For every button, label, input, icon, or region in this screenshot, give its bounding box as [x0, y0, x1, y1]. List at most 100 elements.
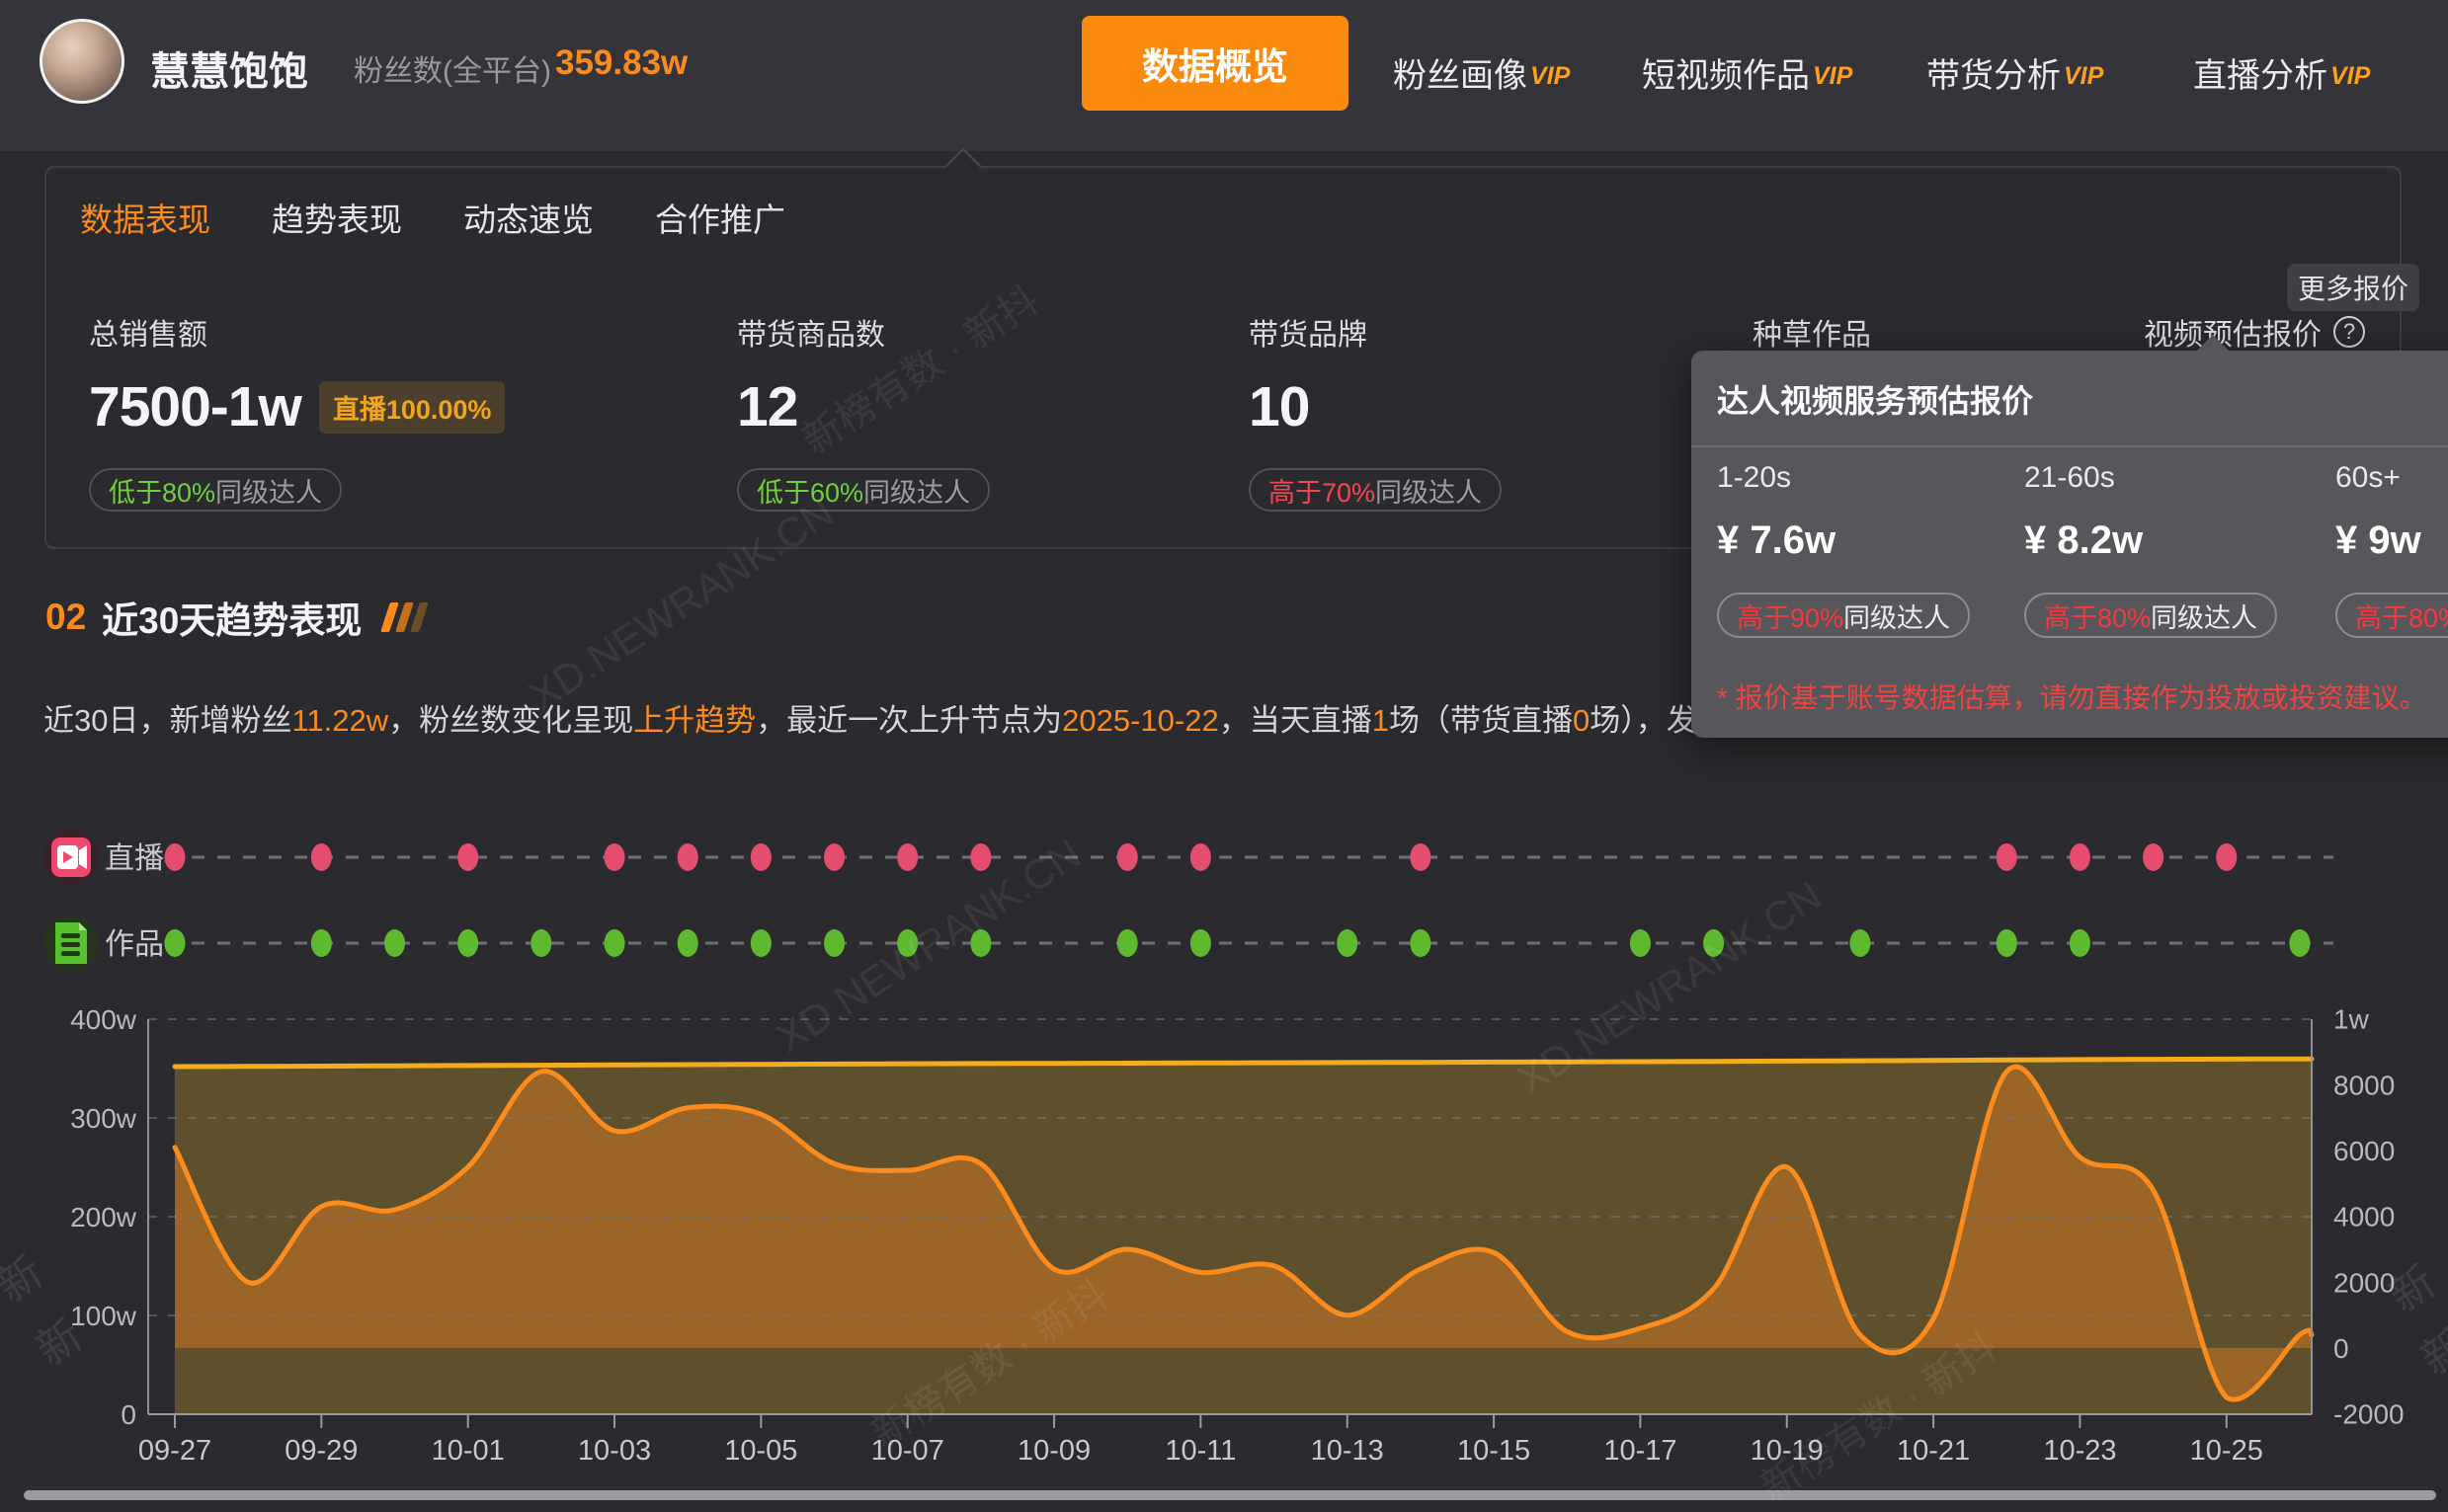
popup-title: 达人视频服务预估报价: [1691, 351, 2448, 422]
fans-count: 359.83w: [555, 43, 688, 83]
summary-highlight: 1: [1372, 703, 1389, 738]
left-axis-tick-label: 200w: [70, 1202, 137, 1233]
stat-label: 总销售额: [89, 310, 505, 354]
works-day-dot: [605, 929, 625, 957]
trend-chart: 400w300w200w100w01w80006000400020000-200…: [0, 820, 2448, 1485]
right-axis-tick-label: 8000: [2333, 1070, 2395, 1100]
popup-price: ¥ 9w: [2335, 518, 2448, 563]
works-day-dot: [311, 929, 332, 957]
pill-highlight: 高于90%: [1737, 597, 1843, 635]
live-day-dot: [1117, 843, 1138, 871]
x-axis-label: 10-21: [1897, 1435, 1970, 1467]
nav-item-2[interactable]: 短视频作品VIP: [1642, 48, 1852, 97]
works-day-dot: [751, 929, 772, 957]
popup-duration: 21-60s: [2024, 461, 2277, 495]
vip-badge: VIP: [1813, 62, 1852, 90]
account-name: 慧慧饱饱: [150, 40, 308, 97]
left-axis-tick-label: 400w: [70, 1004, 137, 1035]
stat-value-row: 7500-1w直播100.00%: [89, 375, 505, 438]
works-icon: [55, 922, 87, 964]
popup-price: ¥ 7.6w: [1717, 518, 1970, 563]
x-axis-label: 10-09: [1018, 1435, 1091, 1467]
vip-badge: VIP: [1530, 62, 1570, 90]
summary-text: ，粉丝数变化呈现: [388, 703, 633, 738]
nav-item-3[interactable]: 带货分析VIP: [1926, 48, 2103, 97]
nav-item-0-active[interactable]: 数据概览: [1082, 16, 1348, 111]
tab-bar: 数据表现 趋势表现 动态速览 合作推广: [80, 194, 785, 241]
right-axis-tick-label: 2000: [2333, 1267, 2395, 1298]
x-axis-label: 10-25: [2190, 1435, 2263, 1467]
summary-text: ，当天直播: [1219, 703, 1372, 738]
trend-summary: 近30日，新增粉丝11.22w，粉丝数变化呈现上升趋势，最近一次上升节点为202…: [43, 695, 1836, 740]
works-day-dot: [1997, 929, 2017, 957]
section-header: 02 近30天趋势表现: [45, 591, 424, 644]
x-axis-label: 10-19: [1751, 1435, 1824, 1467]
summary-text: 场（带货直播: [1389, 703, 1573, 738]
pill-rest: 同级达人: [863, 471, 970, 510]
live-day-dot: [311, 843, 332, 871]
popup-col-21-60s: 21-60s ¥ 8.2w 高于80%同级达人: [2024, 461, 2277, 638]
popup-note: * 报价基于账号数据估算，请勿直接作为投放或投资建议。: [1717, 676, 2427, 716]
pricing-popup: 达人视频服务预估报价 1-20s¥ 7.6w高于90%同级达人21-60s¥ 8…: [1691, 351, 2448, 738]
tab-数据表现[interactable]: 数据表现: [80, 194, 210, 241]
works-day-dot: [897, 929, 918, 957]
stat-card-0: 总销售额 7500-1w直播100.00% 低于80%同级达人: [89, 310, 505, 512]
works-day-dot: [824, 929, 845, 957]
popup-peer-pill: 高于80%同级达人: [2335, 593, 2448, 638]
section-index: 02: [45, 597, 86, 638]
tab-趋势表现[interactable]: 趋势表现: [272, 194, 402, 241]
live-day-dot: [897, 843, 918, 871]
peer-compare-pill: 高于70%同级达人: [1249, 468, 1502, 512]
stat-label: 视频预估报价?: [2144, 310, 2365, 354]
stat-label-text: 带货品牌: [1249, 310, 1367, 354]
summary-highlight: 2025-10-22: [1062, 703, 1219, 738]
works-day-dot: [1849, 929, 1870, 957]
help-icon[interactable]: ?: [2333, 316, 2365, 348]
fans-label: 粉丝数(全平台): [354, 46, 551, 90]
popup-peer-pill: 高于90%同级达人: [1717, 593, 1970, 638]
popup-price: ¥ 8.2w: [2024, 518, 2277, 563]
pill-highlight: 高于80%: [2355, 597, 2448, 635]
right-axis-tick-label: 1w: [2333, 1004, 2370, 1035]
popup-peer-pill: 高于80%同级达人: [2024, 593, 2277, 638]
x-axis-label: 10-13: [1311, 1435, 1384, 1467]
pill-rest: 同级达人: [2151, 597, 2257, 635]
stat-value: 7500-1w: [89, 374, 301, 439]
x-axis-label: 10-05: [724, 1435, 797, 1467]
more-quotes-button[interactable]: 更多报价: [2287, 264, 2419, 311]
stat-label-text: 总销售额: [89, 310, 207, 354]
left-axis-tick-label: 0: [121, 1399, 136, 1430]
pill-highlight: 低于80%: [109, 471, 215, 510]
peer-compare-pill: 低于80%同级达人: [89, 468, 342, 512]
tab-动态速览[interactable]: 动态速览: [463, 194, 594, 241]
right-axis-tick-label: 6000: [2333, 1136, 2395, 1166]
stat-label-text: 带货商品数: [737, 310, 885, 354]
works-day-dot: [384, 929, 405, 957]
works-day-dot: [1410, 929, 1430, 957]
live-day-dot: [970, 843, 991, 871]
popup-duration: 60s+: [2335, 461, 2448, 495]
nav-item-4[interactable]: 直播分析VIP: [2193, 48, 2370, 97]
right-axis-tick-label: 0: [2333, 1333, 2349, 1364]
live-day-dot: [605, 843, 625, 871]
nav-item-1[interactable]: 粉丝画像VIP: [1393, 48, 1570, 97]
live-day-dot: [751, 843, 772, 871]
works-day-dot: [1630, 929, 1651, 957]
stat-card-3: 种草作品: [1753, 310, 1871, 354]
stat-label-text: 种草作品: [1753, 310, 1871, 354]
stat-label: 种草作品: [1753, 310, 1871, 354]
tab-合作推广[interactable]: 合作推广: [655, 194, 785, 241]
summary-highlight: 上升趋势: [633, 703, 756, 738]
works-day-dot: [1337, 929, 1357, 957]
x-axis-label: 10-15: [1457, 1435, 1530, 1467]
x-axis-label: 10-01: [432, 1435, 505, 1467]
summary-highlight: 11.22w: [291, 703, 388, 738]
pill-highlight: 低于60%: [757, 471, 863, 510]
live-day-dot: [824, 843, 845, 871]
horizontal-scrollbar-thumb[interactable]: [24, 1490, 2436, 1500]
x-axis-label: 10-23: [2043, 1435, 2116, 1467]
right-axis-tick-label: -2000: [2333, 1399, 2405, 1430]
works-day-dot: [970, 929, 991, 957]
summary-text: ，最近一次上升节点为: [756, 703, 1062, 738]
works-day-dot: [678, 929, 698, 957]
